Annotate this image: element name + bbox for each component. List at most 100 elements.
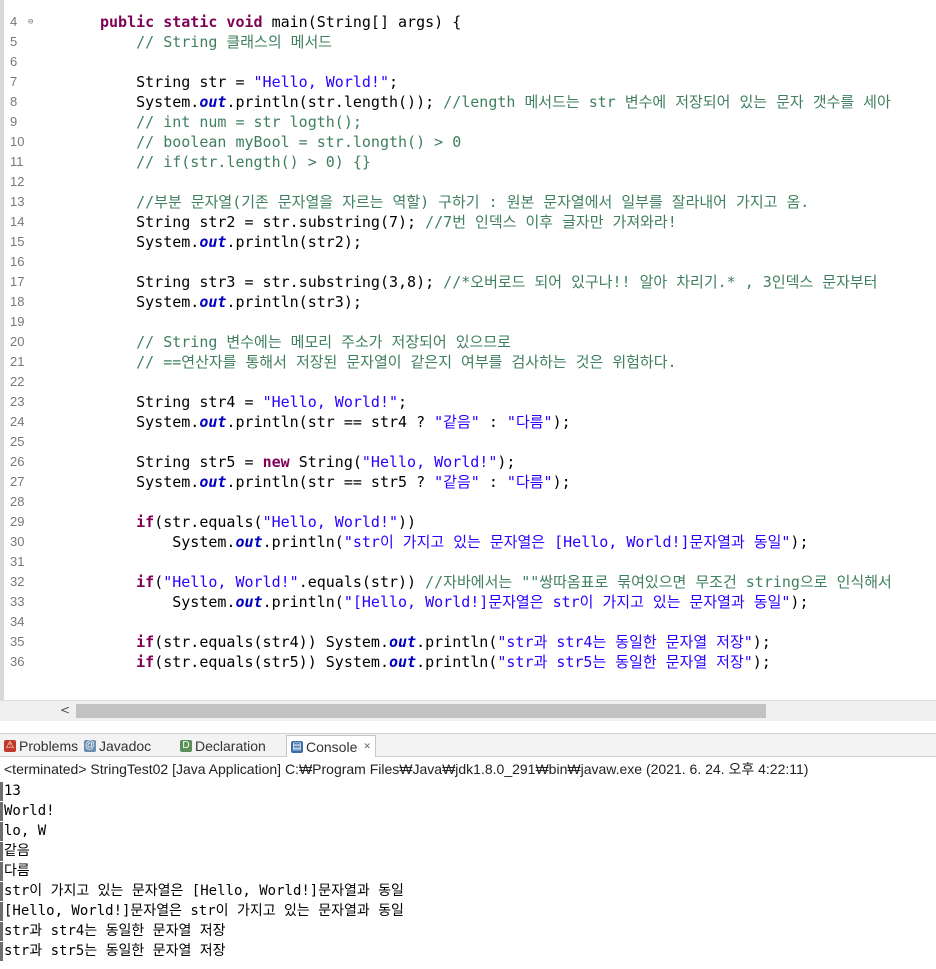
code-token: out xyxy=(235,593,263,611)
fold-toggle-icon[interactable]: ⊖ xyxy=(28,12,33,32)
code-text: System.out.println(str.length()); //leng… xyxy=(100,92,891,112)
line-number: 26 xyxy=(10,454,25,469)
code-line[interactable]: 5 // String 클래스의 메서드 xyxy=(4,32,936,52)
scrollbar-thumb[interactable] xyxy=(76,704,766,718)
line-number: 25 xyxy=(10,434,25,449)
code-line[interactable]: 23 String str4 = "Hello, World!"; xyxy=(4,392,936,412)
code-line[interactable]: 26 String str5 = new String("Hello, Worl… xyxy=(4,452,936,472)
code-token: //자바에서는 ""쌍따옴표로 묶여있으면 무조건 string으로 인식해서 xyxy=(425,573,892,591)
code-line[interactable]: 21 // ==연산자를 통해서 저장된 문자열이 같은지 여부를 검사하는 것… xyxy=(4,352,936,372)
code-token: ); xyxy=(752,633,771,651)
code-line[interactable]: 32 if("Hello, World!".equals(str)) //자바에… xyxy=(4,572,936,592)
code-token: out xyxy=(235,533,263,551)
code-line[interactable]: 17 String str3 = str.substring(3,8); //*… xyxy=(4,272,936,292)
code-line[interactable]: 9 // int num = str logth(); xyxy=(4,112,936,132)
code-line[interactable]: 16 xyxy=(4,252,936,272)
code-token: .println(str == str5 ? xyxy=(226,473,435,491)
console-output-line: str이 가지고 있는 문자열은 [Hello, World!]문자열과 동일 xyxy=(4,883,404,899)
console-output[interactable]: 13 World! lo, W 같음 다름 str이 가지고 있는 문자열은 [Hello… xyxy=(0,780,936,969)
code-token: )) xyxy=(398,513,417,531)
console-output-line: lo, W xyxy=(4,823,47,839)
declaration-icon: D xyxy=(180,740,192,752)
line-number: 16 xyxy=(10,254,25,269)
code-token: // ==연산자를 통해서 저장된 문자열이 같은지 여부를 검사하는 것은 위… xyxy=(100,353,677,371)
tab-problems[interactable]: ⚠ Problems xyxy=(4,737,78,755)
code-line[interactable]: 27 System.out.println(str == str5 ? "같음"… xyxy=(4,472,936,492)
line-number: 10 xyxy=(10,134,25,149)
code-line[interactable]: 13 //부분 문자열(기존 문자열을 자르는 역할) 구하기 : 원본 문자열… xyxy=(4,192,936,212)
horizontal-scrollbar[interactable]: < xyxy=(0,700,936,721)
code-line[interactable]: 35 if(str.equals(str4)) System.out.print… xyxy=(4,632,936,652)
line-number: 17 xyxy=(10,274,25,289)
code-line[interactable]: 4 ⊖ public static void main(String[] args)… xyxy=(4,12,936,32)
console-output-line: str과 str4는 동일한 문자열 저장 xyxy=(4,923,226,939)
code-token: .println( xyxy=(416,633,498,651)
code-line[interactable]: 8 System.out.println(str.length()); //le… xyxy=(4,92,936,112)
scroll-left-arrow-icon[interactable]: < xyxy=(60,703,70,717)
code-line[interactable]: 22 xyxy=(4,372,936,392)
code-line[interactable]: 24 System.out.println(str == str4 ? "같음"… xyxy=(4,412,936,432)
code-line[interactable]: 36 if(str.equals(str5)) System.out.print… xyxy=(4,652,936,672)
console-output-line: 13 xyxy=(4,783,21,799)
code-line[interactable]: 20 // String 변수에는 메모리 주소가 저장되어 있으므로 xyxy=(4,332,936,352)
code-token: out xyxy=(389,653,417,671)
code-editor[interactable]: 4 ⊖ public static void main(String[] args)… xyxy=(0,0,936,700)
code-token: : xyxy=(479,413,507,431)
code-text: // ==연산자를 통해서 저장된 문자열이 같은지 여부를 검사하는 것은 위… xyxy=(100,352,677,372)
code-line[interactable]: 28 xyxy=(4,492,936,512)
code-token: .println(str.length()); xyxy=(226,93,444,111)
code-line[interactable]: 18 System.out.println(str3); xyxy=(4,292,936,312)
code-token: if xyxy=(136,573,155,591)
code-line[interactable]: 10 // boolean myBool = str.longth() > 0 xyxy=(4,132,936,152)
line-number: 24 xyxy=(10,414,25,429)
line-number: 31 xyxy=(10,554,25,569)
code-token: : xyxy=(479,473,507,491)
close-icon[interactable]: ✕ xyxy=(363,741,371,752)
code-line[interactable]: 15 System.out.println(str2); xyxy=(4,232,936,252)
code-token: .println(str == str4 ? xyxy=(226,413,435,431)
code-text: String str2 = str.substring(7); //7번 인덱스… xyxy=(100,212,677,232)
code-line[interactable]: 11 // if(str.length() > 0) {} xyxy=(4,152,936,172)
output-line-marker xyxy=(0,822,3,841)
code-line[interactable]: 19 xyxy=(4,312,936,332)
code-text: if(str.equals(str4)) System.out.println(… xyxy=(100,632,771,652)
code-token: ); xyxy=(552,473,571,491)
line-number: 23 xyxy=(10,394,25,409)
code-token: if xyxy=(136,633,155,651)
tab-javadoc[interactable]: @ Javadoc xyxy=(84,737,151,755)
code-token: .equals(str)) xyxy=(298,573,426,591)
code-token: .println( xyxy=(262,593,344,611)
code-token: System. xyxy=(100,413,200,431)
code-token: System. xyxy=(100,93,200,111)
code-line[interactable]: 29 if(str.equals("Hello, World!")) xyxy=(4,512,936,532)
code-line[interactable]: 7 String str = "Hello, World!"; xyxy=(4,72,936,92)
code-line[interactable]: 6 xyxy=(4,52,936,72)
code-line[interactable]: 30 System.out.println("str이 가지고 있는 문자열은 … xyxy=(4,532,936,552)
line-number: 19 xyxy=(10,314,25,329)
code-line[interactable]: 31 xyxy=(4,552,936,572)
code-token: "str이 가지고 있는 문자열은 [Hello, World!]문자열과 동일… xyxy=(343,533,791,551)
tab-console[interactable]: ▤ Console ✕ xyxy=(286,735,376,757)
console-status-header: <terminated> StringTest02 [Java Applicat… xyxy=(4,761,809,777)
code-line[interactable]: 12 xyxy=(4,172,936,192)
code-token: .println(str3); xyxy=(226,293,362,311)
code-text: System.out.println(str == str4 ? "같음" : … xyxy=(100,412,571,432)
code-line[interactable]: 34 xyxy=(4,612,936,632)
code-token: // String 클래스의 메서드 xyxy=(100,33,333,51)
code-token: "같음" xyxy=(434,413,480,431)
code-line[interactable]: 33 System.out.println("[Hello, World!]문자… xyxy=(4,592,936,612)
output-line-marker xyxy=(0,882,3,901)
code-text: System.out.println(str3); xyxy=(100,292,362,312)
code-token: out xyxy=(389,633,417,651)
code-text: System.out.println("str이 가지고 있는 문자열은 [He… xyxy=(100,532,808,552)
code-line[interactable]: 14 String str2 = str.substring(7); //7번 … xyxy=(4,212,936,232)
tab-declaration[interactable]: D Declaration xyxy=(180,737,266,755)
code-text: String str5 = new String("Hello, World!"… xyxy=(100,452,515,472)
code-line[interactable]: 25 xyxy=(4,432,936,452)
output-line-marker xyxy=(0,842,3,861)
code-token: (str.equals( xyxy=(154,513,263,531)
output-line-marker xyxy=(0,782,3,801)
